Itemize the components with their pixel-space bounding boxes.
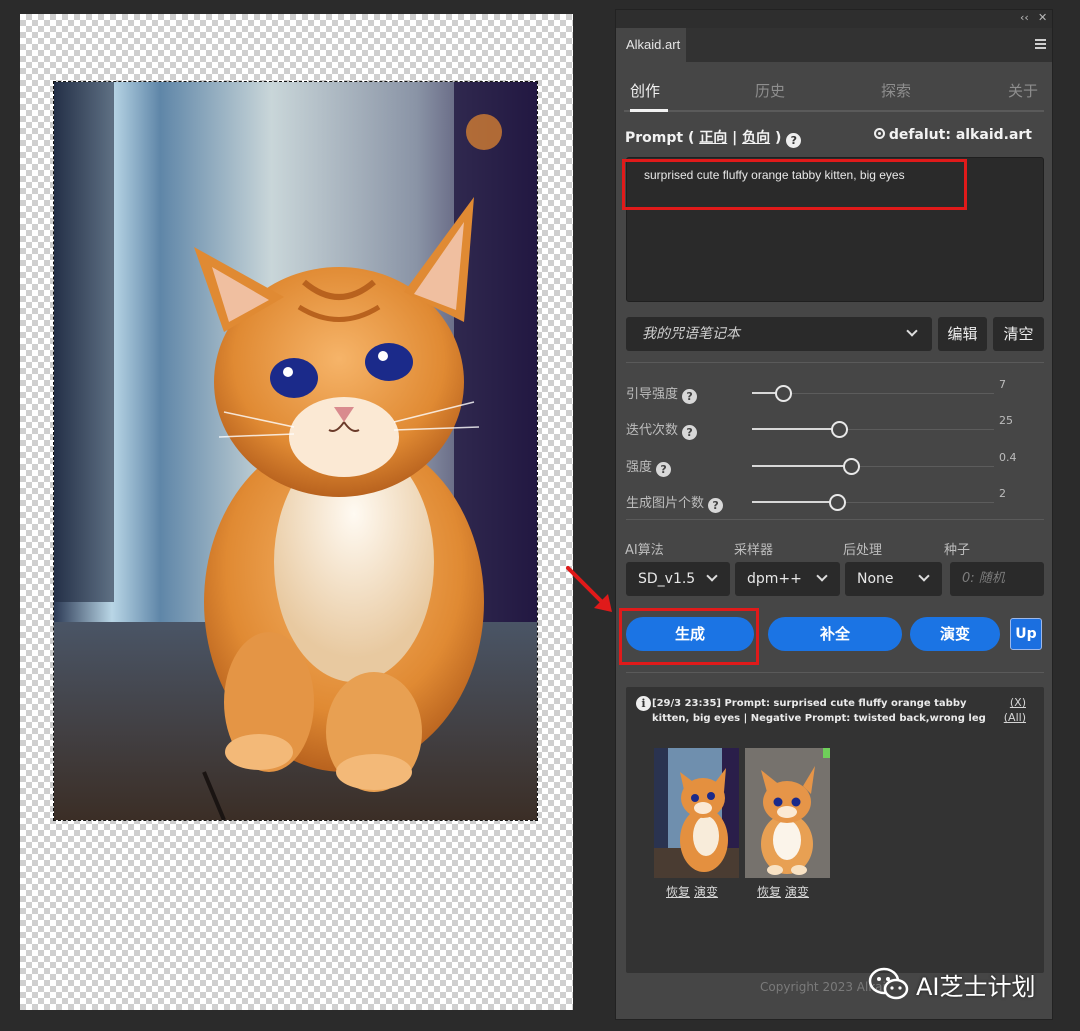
slider-label: 迭代次数?	[626, 419, 698, 440]
negative-prompt-link[interactable]: 负向	[742, 130, 770, 146]
main-nav-tabs: 创作 历史 探索 关于	[624, 76, 1044, 112]
slider-value: 2	[999, 487, 1006, 500]
slider-track[interactable]	[752, 385, 994, 402]
post-process-label: 后处理	[843, 543, 883, 558]
watermark: AI芝士计划	[868, 964, 1036, 1004]
info-icon: i	[636, 696, 651, 711]
thumbnail-actions: 恢复 演变	[666, 883, 722, 900]
algo-value: SD_v1.5	[638, 571, 696, 587]
target-icon	[873, 128, 885, 139]
seed-label: 种子	[944, 543, 971, 558]
prompt-help-icon[interactable]: ?	[786, 133, 802, 148]
slider-value: 7	[999, 378, 1006, 391]
history-panel: i [29/3 23:35] Prompt: surprised cute fl…	[626, 687, 1044, 973]
chevron-down-icon	[918, 570, 930, 582]
positive-prompt-link[interactable]: 正向	[699, 130, 727, 146]
help-icon[interactable]: ?	[656, 462, 672, 477]
wechat-icon	[868, 967, 909, 1000]
evolve-button[interactable]: 演变	[910, 617, 1000, 651]
panel-menu-icon[interactable]	[1035, 39, 1046, 49]
divider	[626, 362, 1044, 363]
slider-value: 25	[999, 414, 1013, 427]
chevron-down-icon	[906, 325, 918, 337]
tab-create[interactable]: 创作	[630, 80, 660, 101]
slider-thumb[interactable]	[828, 494, 846, 511]
slider-image-count: 生成图片个数? 2	[626, 487, 1044, 513]
algo-label: AI算法	[625, 543, 664, 558]
history-close-link[interactable]: (X)	[1010, 696, 1026, 709]
history-thumbnail[interactable]	[654, 748, 739, 878]
slider-track[interactable]	[752, 421, 994, 438]
slider-label: 强度?	[626, 456, 672, 477]
history-entry-text: [29/3 23:35] Prompt: surprised cute fluf…	[652, 698, 986, 724]
chevron-down-icon	[816, 570, 828, 582]
seed-placeholder: 0: 随机	[962, 571, 1005, 586]
slider-label: 引导强度?	[626, 383, 698, 404]
alkaid-plugin-panel: ‹‹ ✕ Alkaid.art 创作 历史 探索 关于 Prompt ( 正向 …	[615, 9, 1053, 1020]
tab-history[interactable]: 历史	[755, 80, 785, 101]
thumbnail-actions: 恢复 演变	[757, 883, 813, 900]
prompt-separator: |	[727, 130, 743, 146]
slider-label: 生成图片个数?	[626, 492, 724, 513]
chevron-down-icon	[706, 570, 718, 582]
slider-thumb[interactable]	[843, 458, 861, 475]
watermark-text: AI芝士计划	[916, 972, 1036, 1001]
evolve-link[interactable]: 演变	[694, 885, 718, 899]
sampler-label: 采样器	[734, 543, 774, 558]
active-tab-indicator	[630, 109, 668, 112]
divider	[626, 672, 1044, 673]
slider-track[interactable]	[752, 494, 994, 511]
restore-link[interactable]: 恢复	[757, 885, 781, 899]
tab-explore[interactable]: 探索	[881, 80, 911, 101]
panel-titlebar: ‹‹ ✕	[616, 10, 1052, 28]
clear-button[interactable]: 清空	[993, 317, 1044, 351]
panel-tab-row: Alkaid.art	[616, 28, 1052, 62]
slider-value: 0.4	[999, 451, 1017, 464]
spell-notebook-select[interactable]: 我的咒语笔记本	[626, 317, 932, 351]
post-process-select[interactable]: None	[845, 562, 942, 596]
sampler-value: dpm++	[747, 571, 802, 587]
history-all-link[interactable]: (All)	[1004, 711, 1026, 724]
default-preset[interactable]: defalut: alkaid.art	[873, 127, 1032, 143]
kitten-thumbnail-1	[654, 748, 739, 878]
kitten-thumbnail-2	[745, 748, 830, 878]
generate-highlight-box	[619, 608, 759, 665]
panel-tab-alkaid[interactable]: Alkaid.art	[616, 28, 686, 62]
tab-about[interactable]: 关于	[1008, 80, 1038, 101]
document-canvas[interactable]	[20, 14, 573, 1010]
prompt-highlight-box	[622, 159, 967, 210]
generated-kitten-image[interactable]	[53, 81, 538, 821]
slider-thumb[interactable]	[831, 421, 849, 438]
close-icon[interactable]: ✕	[1038, 11, 1047, 24]
sampler-select[interactable]: dpm++	[735, 562, 840, 596]
history-thumbnail[interactable]	[745, 748, 830, 878]
evolve-link[interactable]: 演变	[785, 885, 809, 899]
seed-input[interactable]: 0: 随机	[950, 562, 1044, 596]
kitten-illustration	[54, 82, 537, 820]
slider-thumb[interactable]	[775, 385, 793, 402]
prompt-label-suffix: )	[770, 130, 782, 146]
prompt-label-prefix: Prompt (	[625, 130, 700, 146]
red-arrow-annotation	[566, 566, 612, 612]
help-icon[interactable]: ?	[682, 389, 698, 404]
help-icon[interactable]: ?	[682, 425, 698, 440]
help-icon[interactable]: ?	[708, 498, 724, 513]
divider	[626, 519, 1044, 520]
algo-select[interactable]: SD_v1.5	[626, 562, 730, 596]
restore-link[interactable]: 恢复	[666, 885, 690, 899]
slider-track[interactable]	[752, 458, 994, 475]
spell-notebook-value: 我的咒语笔记本	[642, 326, 740, 342]
slider-iterations: 迭代次数? 25	[626, 414, 1044, 440]
collapse-icon[interactable]: ‹‹	[1020, 11, 1029, 24]
post-process-value: None	[857, 571, 894, 587]
default-preset-text: defalut: alkaid.art	[888, 127, 1032, 143]
slider-guidance: 引导强度? 7	[626, 378, 1044, 404]
upscale-button[interactable]: Up	[1010, 618, 1042, 650]
edit-button[interactable]: 编辑	[938, 317, 987, 351]
slider-strength: 强度? 0.4	[626, 451, 1044, 477]
prompt-label: Prompt ( 正向 | 负向 ) ?	[625, 127, 802, 148]
complete-button[interactable]: 补全	[768, 617, 902, 651]
